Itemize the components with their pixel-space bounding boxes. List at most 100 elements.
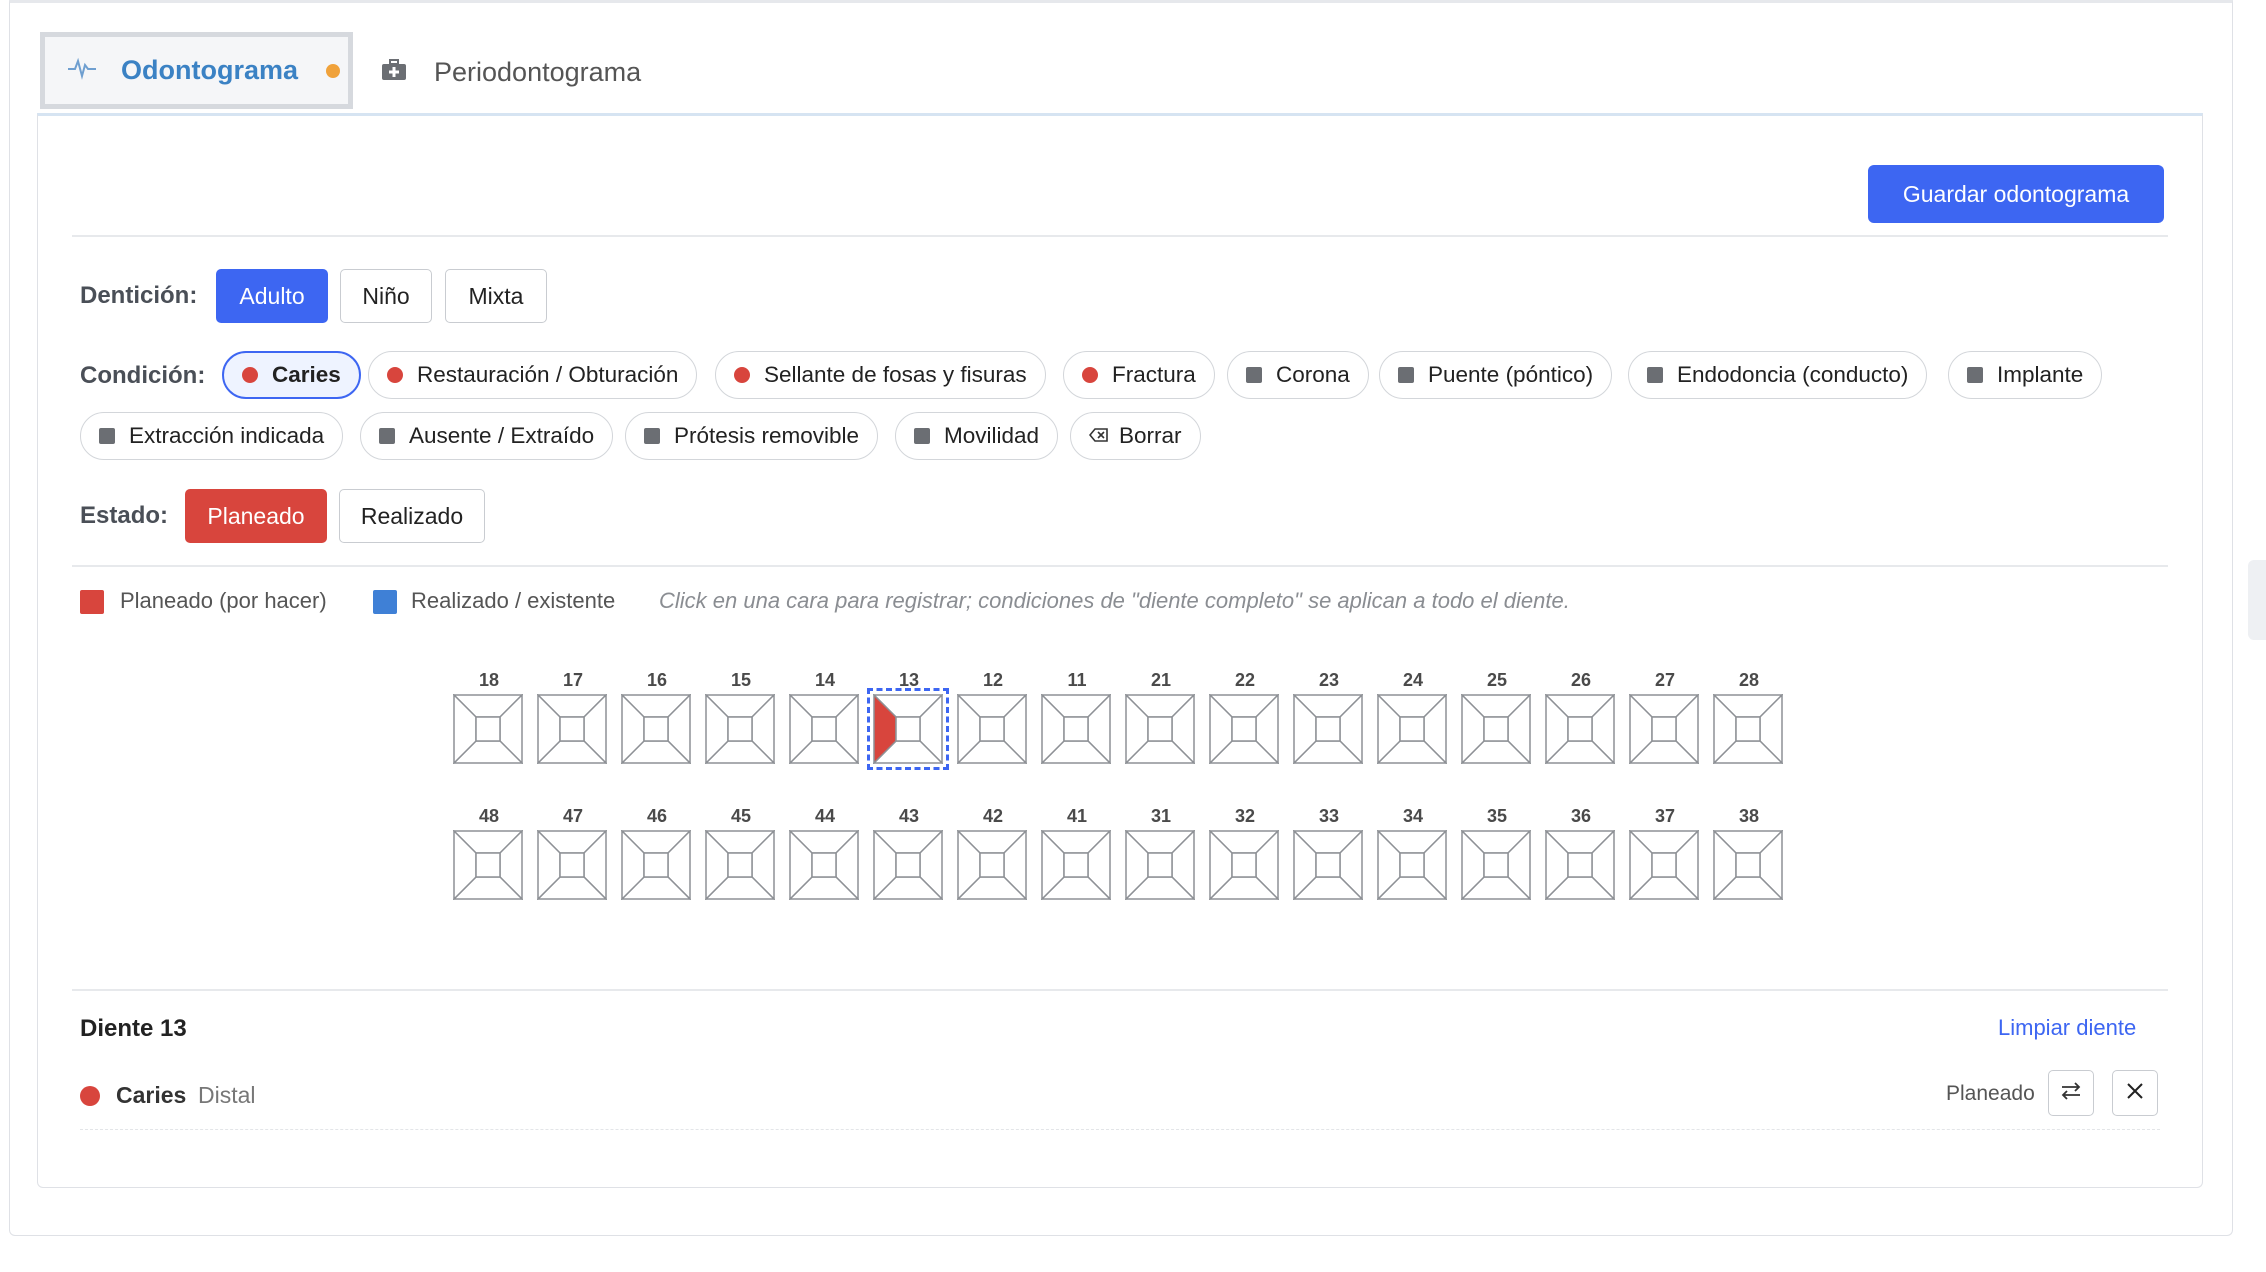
tooth-face-center[interactable] [895,852,921,878]
tooth-face-center[interactable] [811,852,837,878]
tooth-32[interactable]: 32 [1209,806,1281,900]
estado-realizado-button[interactable]: Realizado [339,489,485,543]
tooth-face-center[interactable] [1315,852,1341,878]
condition-chip-caries[interactable]: Caries [222,351,361,399]
remove-condition-button[interactable] [2112,1070,2158,1116]
tooth-12[interactable]: 12 [957,670,1029,764]
denticion-nino-button[interactable]: Niño [340,269,432,323]
condition-chip-movilidad[interactable]: Movilidad [895,412,1059,460]
tooth-diagram[interactable] [1377,830,1447,900]
tooth-diagram[interactable] [1293,830,1363,900]
tooth-45[interactable]: 45 [705,806,777,900]
tooth-46[interactable]: 46 [621,806,693,900]
tooth-face-center[interactable] [1567,852,1593,878]
tooth-face-center[interactable] [1063,852,1089,878]
denticion-adulto-button[interactable]: Adulto [216,269,328,323]
tooth-diagram[interactable] [1629,694,1699,764]
tooth-face-center[interactable] [475,716,501,742]
tooth-diagram[interactable] [1545,830,1615,900]
tooth-diagram[interactable] [705,830,775,900]
tooth-21[interactable]: 21 [1125,670,1197,764]
tab-periodontograma[interactable]: Periodontograma [380,48,641,96]
scrollbar-handle[interactable] [2248,560,2266,640]
tooth-22[interactable]: 22 [1209,670,1281,764]
tooth-34[interactable]: 34 [1377,806,1449,900]
tooth-diagram[interactable] [789,694,859,764]
tooth-face-center[interactable] [1231,716,1257,742]
tooth-face-center[interactable] [979,852,1005,878]
tooth-11[interactable]: 11 [1041,670,1113,764]
tooth-16[interactable]: 16 [621,670,693,764]
estado-planeado-button[interactable]: Planeado [185,489,327,543]
tooth-face-center[interactable] [1567,716,1593,742]
condition-chip-protesis[interactable]: Prótesis removible [625,412,879,460]
tooth-13[interactable]: 13 [867,670,949,770]
condition-chip-borrar[interactable]: Borrar [1070,412,1201,460]
tooth-diagram[interactable] [867,688,949,770]
condition-chip-restauracion[interactable]: Restauración / Obturación [368,351,698,399]
tooth-face-center[interactable] [559,716,585,742]
tooth-diagram[interactable] [537,694,607,764]
tooth-33[interactable]: 33 [1293,806,1365,900]
tooth-face-center[interactable] [727,716,753,742]
tooth-17[interactable]: 17 [537,670,609,764]
tooth-diagram[interactable] [453,694,523,764]
tooth-diagram[interactable] [621,830,691,900]
tooth-42[interactable]: 42 [957,806,1029,900]
tooth-face-center[interactable] [475,852,501,878]
tooth-diagram[interactable] [1041,830,1111,900]
tooth-diagram[interactable] [537,830,607,900]
condition-chip-corona[interactable]: Corona [1227,351,1369,399]
tab-odontograma[interactable]: Odontograma [40,32,353,109]
tooth-15[interactable]: 15 [705,670,777,764]
tooth-41[interactable]: 41 [1041,806,1113,900]
condition-chip-puente[interactable]: Puente (póntico) [1379,351,1613,399]
tooth-35[interactable]: 35 [1461,806,1533,900]
tooth-27[interactable]: 27 [1629,670,1701,764]
tooth-face-center[interactable] [559,852,585,878]
tooth-diagram[interactable] [957,830,1027,900]
tooth-diagram[interactable] [1629,830,1699,900]
tooth-face-center[interactable] [1147,716,1173,742]
save-odontogram-button[interactable]: Guardar odontograma [1868,165,2164,223]
tooth-face-center[interactable] [1399,852,1425,878]
tooth-43[interactable]: 43 [873,806,945,900]
tooth-face-center[interactable] [895,716,921,742]
tooth-face-center[interactable] [643,716,669,742]
tooth-diagram[interactable] [1209,830,1279,900]
tooth-face-center[interactable] [1063,716,1089,742]
tooth-face-center[interactable] [1231,852,1257,878]
tooth-face-center[interactable] [1399,716,1425,742]
tooth-face-center[interactable] [1315,716,1341,742]
tooth-47[interactable]: 47 [537,806,609,900]
tooth-diagram[interactable] [1545,694,1615,764]
clear-tooth-link[interactable]: Limpiar diente [1998,1015,2136,1041]
tooth-diagram[interactable] [1461,694,1531,764]
tooth-44[interactable]: 44 [789,806,861,900]
tooth-diagram[interactable] [1125,830,1195,900]
tooth-face-center[interactable] [811,716,837,742]
tooth-26[interactable]: 26 [1545,670,1617,764]
toggle-status-button[interactable] [2048,1070,2094,1116]
tooth-48[interactable]: 48 [453,806,525,900]
tooth-37[interactable]: 37 [1629,806,1701,900]
tooth-36[interactable]: 36 [1545,806,1617,900]
tooth-face-center[interactable] [727,852,753,878]
tooth-diagram[interactable] [957,694,1027,764]
tooth-face-center[interactable] [1651,716,1677,742]
tooth-18[interactable]: 18 [453,670,525,764]
tooth-diagram[interactable] [1713,830,1783,900]
condition-chip-endodoncia[interactable]: Endodoncia (conducto) [1628,351,1928,399]
tooth-14[interactable]: 14 [789,670,861,764]
tooth-24[interactable]: 24 [1377,670,1449,764]
tooth-23[interactable]: 23 [1293,670,1365,764]
condition-chip-fractura[interactable]: Fractura [1063,351,1215,399]
tooth-diagram[interactable] [1293,694,1363,764]
tooth-face-center[interactable] [1735,716,1761,742]
tooth-diagram[interactable] [873,830,943,900]
tooth-face-center[interactable] [1651,852,1677,878]
tooth-diagram[interactable] [705,694,775,764]
tooth-face-center[interactable] [1483,716,1509,742]
tooth-diagram[interactable] [1209,694,1279,764]
tooth-diagram[interactable] [1461,830,1531,900]
